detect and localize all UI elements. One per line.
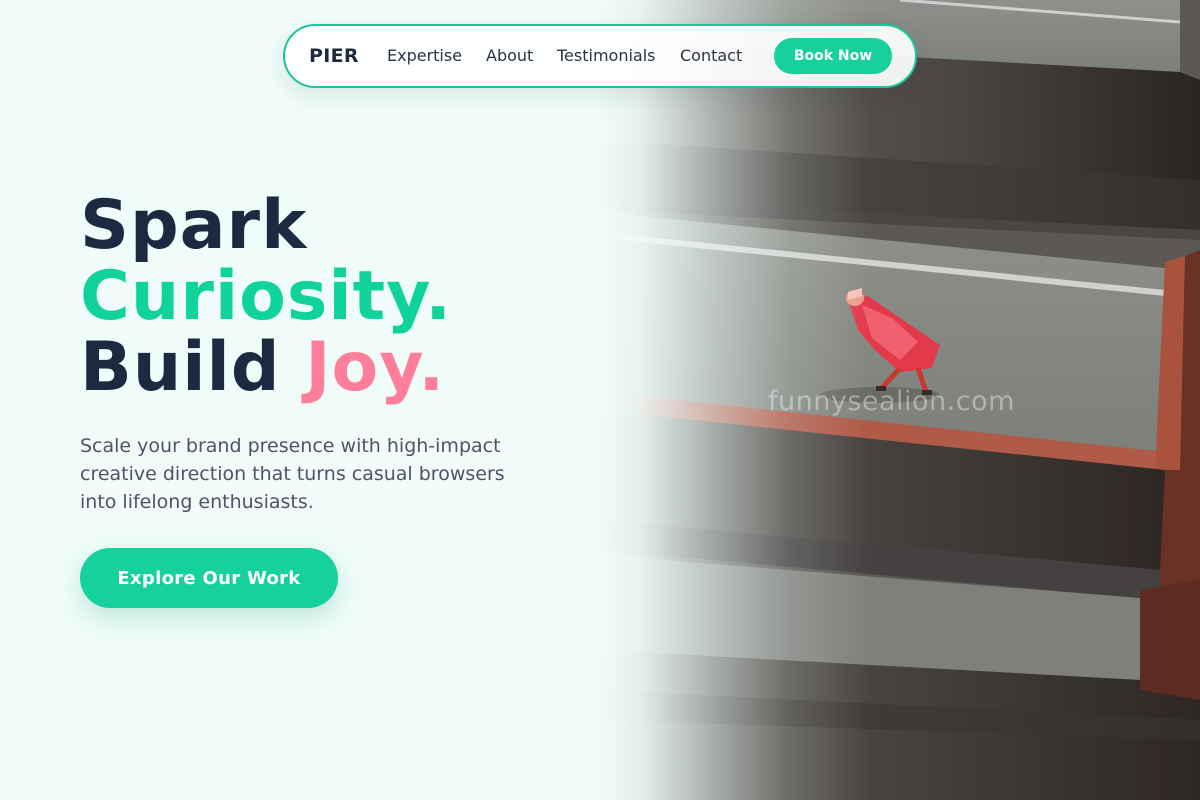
nav-link-about[interactable]: About xyxy=(486,46,533,65)
headline-line-3a: Build xyxy=(80,328,281,407)
hero-headline: Spark Curiosity. Build Joy. xyxy=(80,190,452,403)
nav-link-testimonials[interactable]: Testimonials xyxy=(557,46,656,65)
hero-image: funnysealion.com xyxy=(600,0,1200,800)
explore-work-button[interactable]: Explore Our Work xyxy=(80,548,338,608)
headline-line-1: Spark xyxy=(80,186,308,265)
nav-link-contact[interactable]: Contact xyxy=(680,46,742,65)
book-now-button[interactable]: Book Now xyxy=(774,38,892,74)
headline-line-2: Curiosity. xyxy=(80,257,453,336)
hero-subtext: Scale your brand presence with high-impa… xyxy=(80,435,505,513)
watermark-text: funnysealion.com xyxy=(768,386,1015,417)
brand-logo[interactable]: PIER xyxy=(309,45,359,67)
nav-link-expertise[interactable]: Expertise xyxy=(387,46,462,65)
top-navigation: PIER Expertise About Testimonials Contac… xyxy=(283,24,917,88)
headline-line-3b: Joy. xyxy=(305,328,446,407)
